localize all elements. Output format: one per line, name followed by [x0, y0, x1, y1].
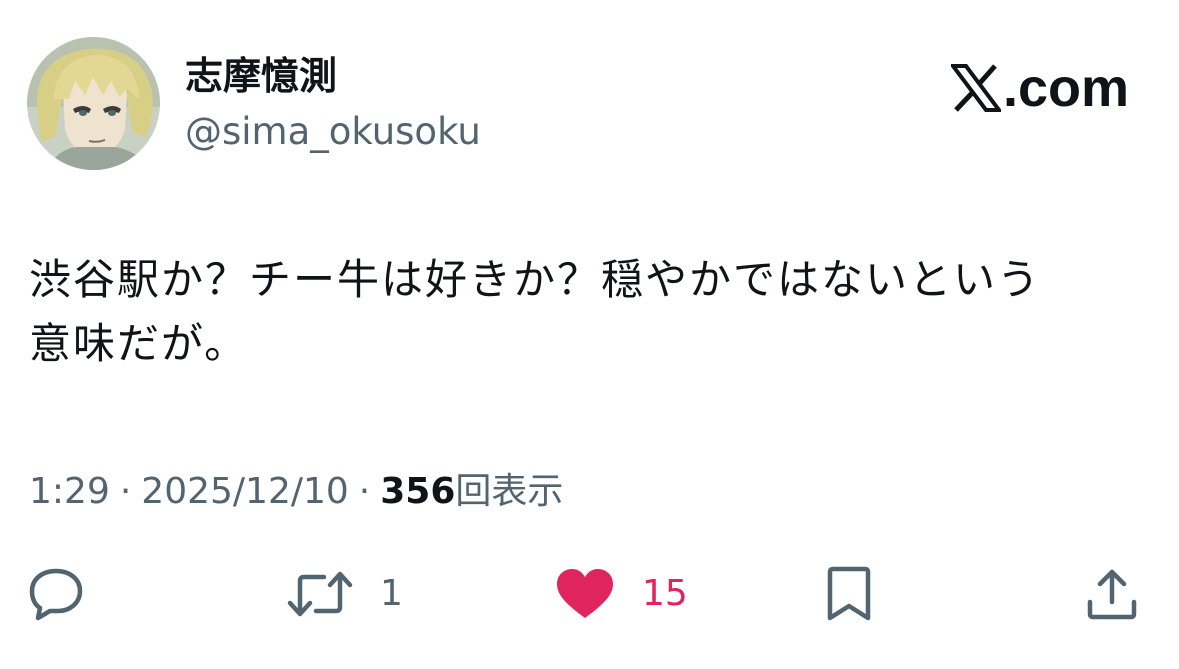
- brand-logo: .com: [950, 58, 1129, 118]
- retweet-count: 1: [380, 573, 403, 614]
- tweet-date[interactable]: 2025/12/10: [141, 471, 349, 512]
- reply-icon: [29, 568, 83, 621]
- avatar-image: [27, 37, 160, 170]
- user-handle[interactable]: @sima_okusoku: [185, 108, 481, 156]
- tweet-text-line-2: 意味だが。: [29, 319, 249, 368]
- views-count: 356: [380, 471, 456, 512]
- bookmark-button[interactable]: [822, 566, 876, 622]
- meta-separator: ·: [358, 471, 371, 512]
- x-logo-icon: [950, 64, 1001, 112]
- views-label: 回表示: [455, 471, 564, 512]
- reply-button[interactable]: [28, 566, 84, 622]
- heart-icon: [557, 569, 613, 618]
- meta-separator: ·: [119, 471, 132, 512]
- display-name[interactable]: 志摩憶測: [185, 52, 337, 100]
- avatar[interactable]: [27, 37, 160, 170]
- bookmark-icon: [827, 566, 871, 621]
- share-button[interactable]: [1084, 566, 1140, 622]
- tweet-text: 渋谷駅か？チー牛は好きか？穏やかではないという 意味だが。: [29, 248, 1149, 376]
- tweet-meta: 1:29 · 2025/12/10 · 356回表示: [29, 468, 563, 516]
- tweet-time[interactable]: 1:29: [29, 471, 110, 512]
- like-count: 15: [642, 573, 688, 614]
- retweet-icon: [287, 571, 353, 617]
- brand-domain-text: .com: [1002, 58, 1129, 118]
- share-icon: [1087, 569, 1137, 620]
- tweet-text-line-1: 渋谷駅か？チー牛は好きか？穏やかではないという: [29, 255, 1042, 304]
- like-button[interactable]: 15: [556, 566, 688, 622]
- retweet-button[interactable]: 1: [286, 566, 403, 622]
